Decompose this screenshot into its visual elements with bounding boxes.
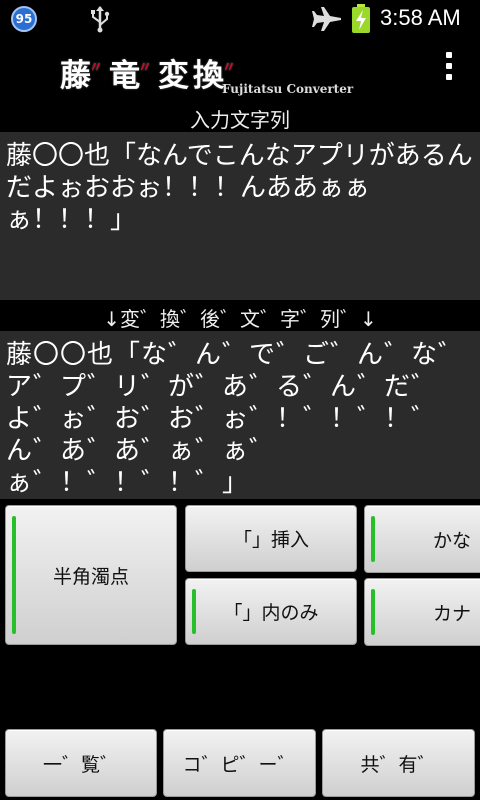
logo-char: 変 [158, 58, 193, 94]
input-label: 入力文字列 [0, 104, 480, 133]
toggle-on-indicator [192, 589, 196, 634]
list-button[interactable]: 一゛覧゛ [5, 729, 157, 797]
katakana-toggle-container: カナ [364, 578, 480, 646]
input-text: 藤〇〇也「なんでこんなアプリがあるんだよぉおおぉ！！！んああぁぁぁ！！！」 [6, 141, 473, 235]
logo-dakuten-mark: 〃 [89, 60, 107, 76]
button-label: 「」挿入 [232, 529, 309, 551]
overflow-menu-icon[interactable] [440, 52, 458, 86]
app-logo: 藤〃竜〃変換〃 [60, 50, 242, 95]
input-text-field[interactable]: 藤〇〇也「なんでこんなアプリがあるんだよぉおおぉ！！！んああぁぁぁ！！！」 [0, 132, 480, 300]
logo-dakuten-mark: 〃 [222, 60, 240, 76]
button-label: かな [433, 529, 472, 552]
button-label: 一゛覧゛ [42, 753, 119, 776]
logo-dakuten-mark: 〃 [138, 60, 156, 76]
toggle-on-indicator [12, 516, 16, 634]
app-logo-subtitle: Fujitatsu Converter [222, 82, 354, 96]
button-label: 半角濁点 [52, 565, 129, 588]
toggle-on-indicator [371, 589, 375, 635]
button-label: 「」内のみ [223, 602, 319, 624]
hiragana-toggle[interactable]: かな [364, 505, 480, 573]
katakana-toggle[interactable]: カナ [364, 578, 480, 646]
output-text-field[interactable]: 藤〇〇也「な゛ん゛で゛ご゛ん゛な゛ア゛プ゛リ゛が゛あ゛る゛ん゛だ゛よ゛ぉ゛お゛お… [0, 331, 480, 499]
airplane-mode-icon [312, 7, 341, 31]
notification-badge: 95 [11, 6, 37, 32]
button-label: コ゛ピ゛ー゛ [182, 753, 297, 776]
hiragana-toggle-container: かな [364, 505, 480, 573]
app-bar: 藤〃竜〃変換〃 Fujitatsu Converter [0, 38, 480, 100]
copy-button[interactable]: コ゛ピ゛ー゛ [163, 729, 316, 797]
button-label: カナ [433, 602, 472, 625]
status-bar: 95 3:58 AM [0, 0, 480, 38]
bracket-only-toggle[interactable]: 「」内のみ [185, 578, 357, 645]
clock: 3:58 AM [380, 5, 461, 30]
hankaku-dakuten-toggle[interactable]: 半角濁点 [5, 505, 177, 645]
output-text: 藤〇〇也「な゛ん゛で゛ご゛ん゛な゛ア゛プ゛リ゛が゛あ゛る゛ん゛だ゛よ゛ぉ゛お゛お… [6, 340, 466, 498]
bracket-insert-button[interactable]: 「」挿入 [185, 505, 357, 572]
battery-charging-icon [352, 4, 370, 33]
toggle-on-indicator [371, 516, 375, 562]
usb-icon [91, 6, 110, 33]
share-button[interactable]: 共゛有゛ [322, 729, 475, 797]
button-label: 共゛有゛ [360, 753, 437, 776]
output-label: ↓変゛換゛後゛文゛字゛列゛↓ [0, 303, 480, 332]
